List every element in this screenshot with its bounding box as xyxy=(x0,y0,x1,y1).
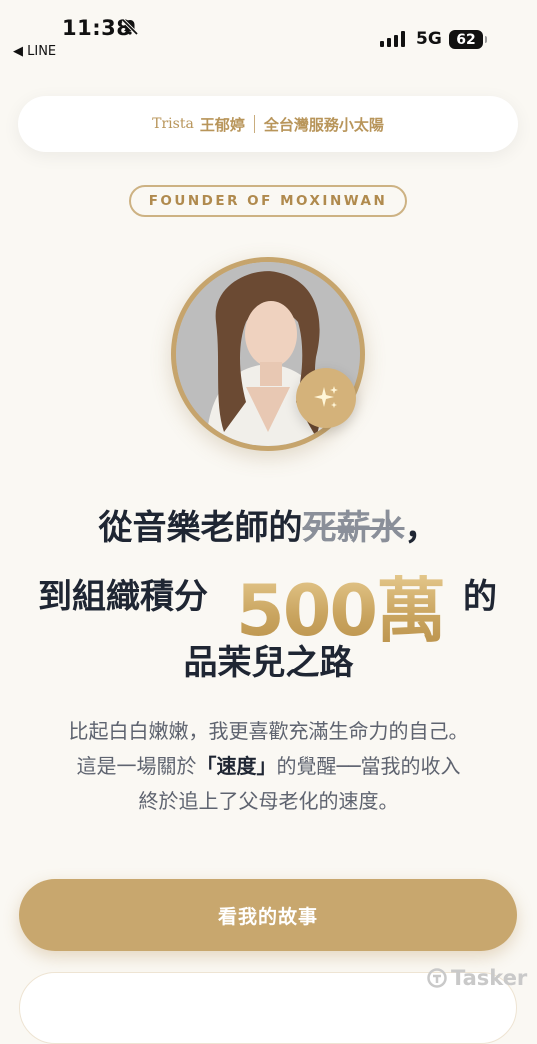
description-line: 比起白白嫩嫩，我更喜歡充滿生命力的自己。 xyxy=(68,719,469,743)
headline-text: 從音樂老師的 xyxy=(98,508,303,548)
description-line: 這是一場關於「速度」的覺醒──當我的收入 xyxy=(0,749,537,784)
english-name: Trista xyxy=(152,116,194,132)
description-text: 這是一場關於 xyxy=(76,754,197,778)
headline-line-3: 品茉兒之路 xyxy=(183,643,354,683)
description-emphasis: 「速度」 xyxy=(196,754,277,778)
divider xyxy=(253,115,255,133)
watermark: Tasker xyxy=(427,966,527,990)
description: 比起白白嫩嫩，我更喜歡充滿生命力的自己。 這是一場關於「速度」的覺醒──當我的收… xyxy=(0,714,537,819)
bell-muted-icon xyxy=(121,18,139,36)
description-line: 終於追上了父母老化的速度。 xyxy=(138,789,399,813)
battery-icon: 62 xyxy=(449,30,487,49)
tasker-logo-icon xyxy=(427,968,447,988)
signal-icon xyxy=(380,31,405,47)
headline-line-1: 從音樂老師的死薪水， xyxy=(0,500,537,549)
headline-line-2: 到組織積分 500萬 的 xyxy=(0,555,537,652)
chinese-name: 王郁婷 xyxy=(199,115,245,134)
headline-text: 到組織積分 xyxy=(38,577,208,617)
battery-level: 62 xyxy=(456,31,476,48)
description-text: 的覺醒──當我的收入 xyxy=(276,754,461,778)
name-header-pill: Trista 王郁婷 全台灣服務小太陽 xyxy=(18,96,518,152)
tagline: 全台灣服務小太陽 xyxy=(263,115,384,134)
watermark-label: Tasker xyxy=(451,966,528,990)
network-type: 5G xyxy=(416,29,442,49)
headline-punctuation: ， xyxy=(404,508,439,548)
back-to-line-link[interactable]: ◀ LINE xyxy=(13,44,56,59)
sparkle-icon xyxy=(296,368,356,428)
headline-text: 的 xyxy=(463,577,497,617)
headline-strikethrough: 死薪水 xyxy=(302,508,405,548)
founder-badge: FOUNDER OF MOXINWAN xyxy=(129,185,407,217)
status-bar: 11:38 ◀ LINE 5G 62 xyxy=(0,0,537,72)
read-my-story-button[interactable]: 看我的故事 xyxy=(19,879,517,951)
